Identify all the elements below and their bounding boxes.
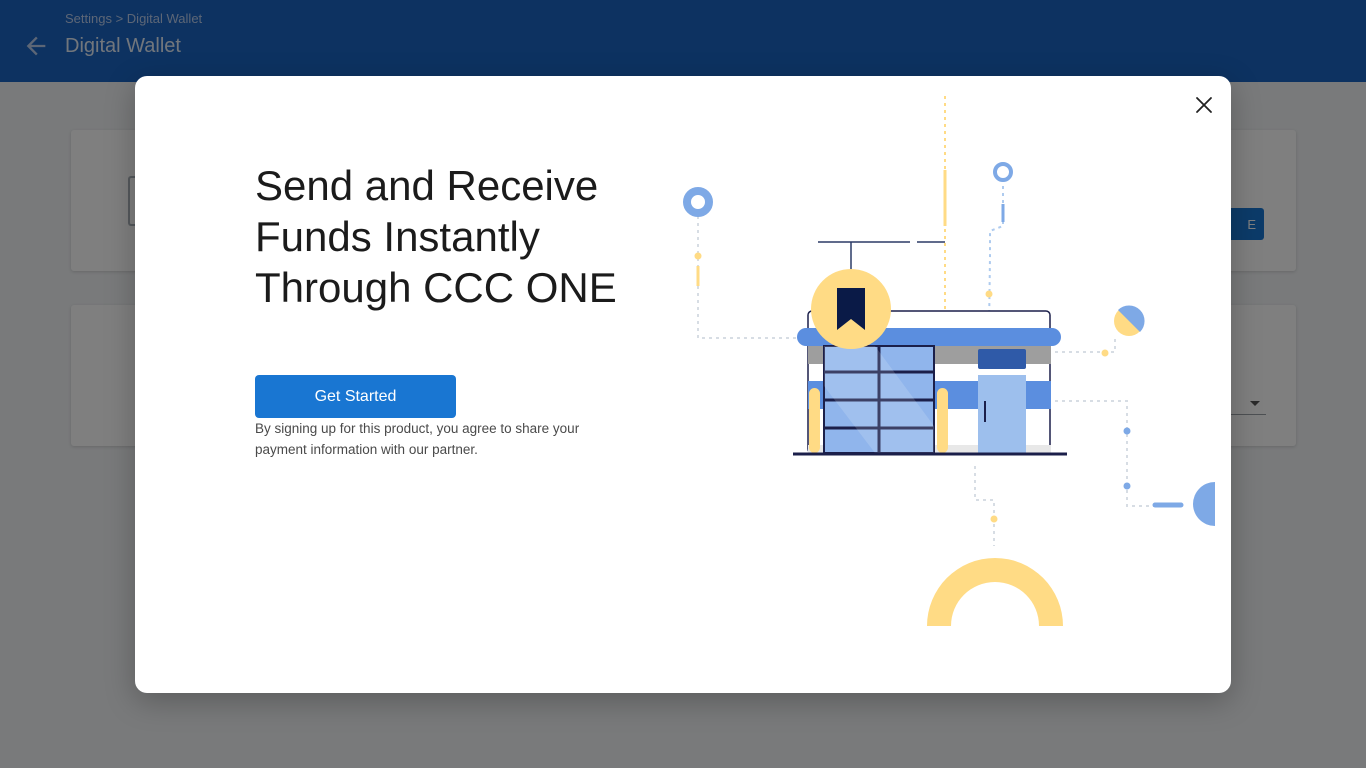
disclaimer-text: By signing up for this product, you agre… [255,421,580,457]
onboarding-modal: Send and Receive Funds Instantly Through… [135,76,1231,693]
storefront-network-illustration [683,96,1215,626]
app-root: Settings > Digital Wallet Digital Wallet… [0,0,1366,768]
get-started-button[interactable]: Get Started [255,375,456,418]
modal-headline: Send and Receive Funds Instantly Through… [255,162,617,311]
